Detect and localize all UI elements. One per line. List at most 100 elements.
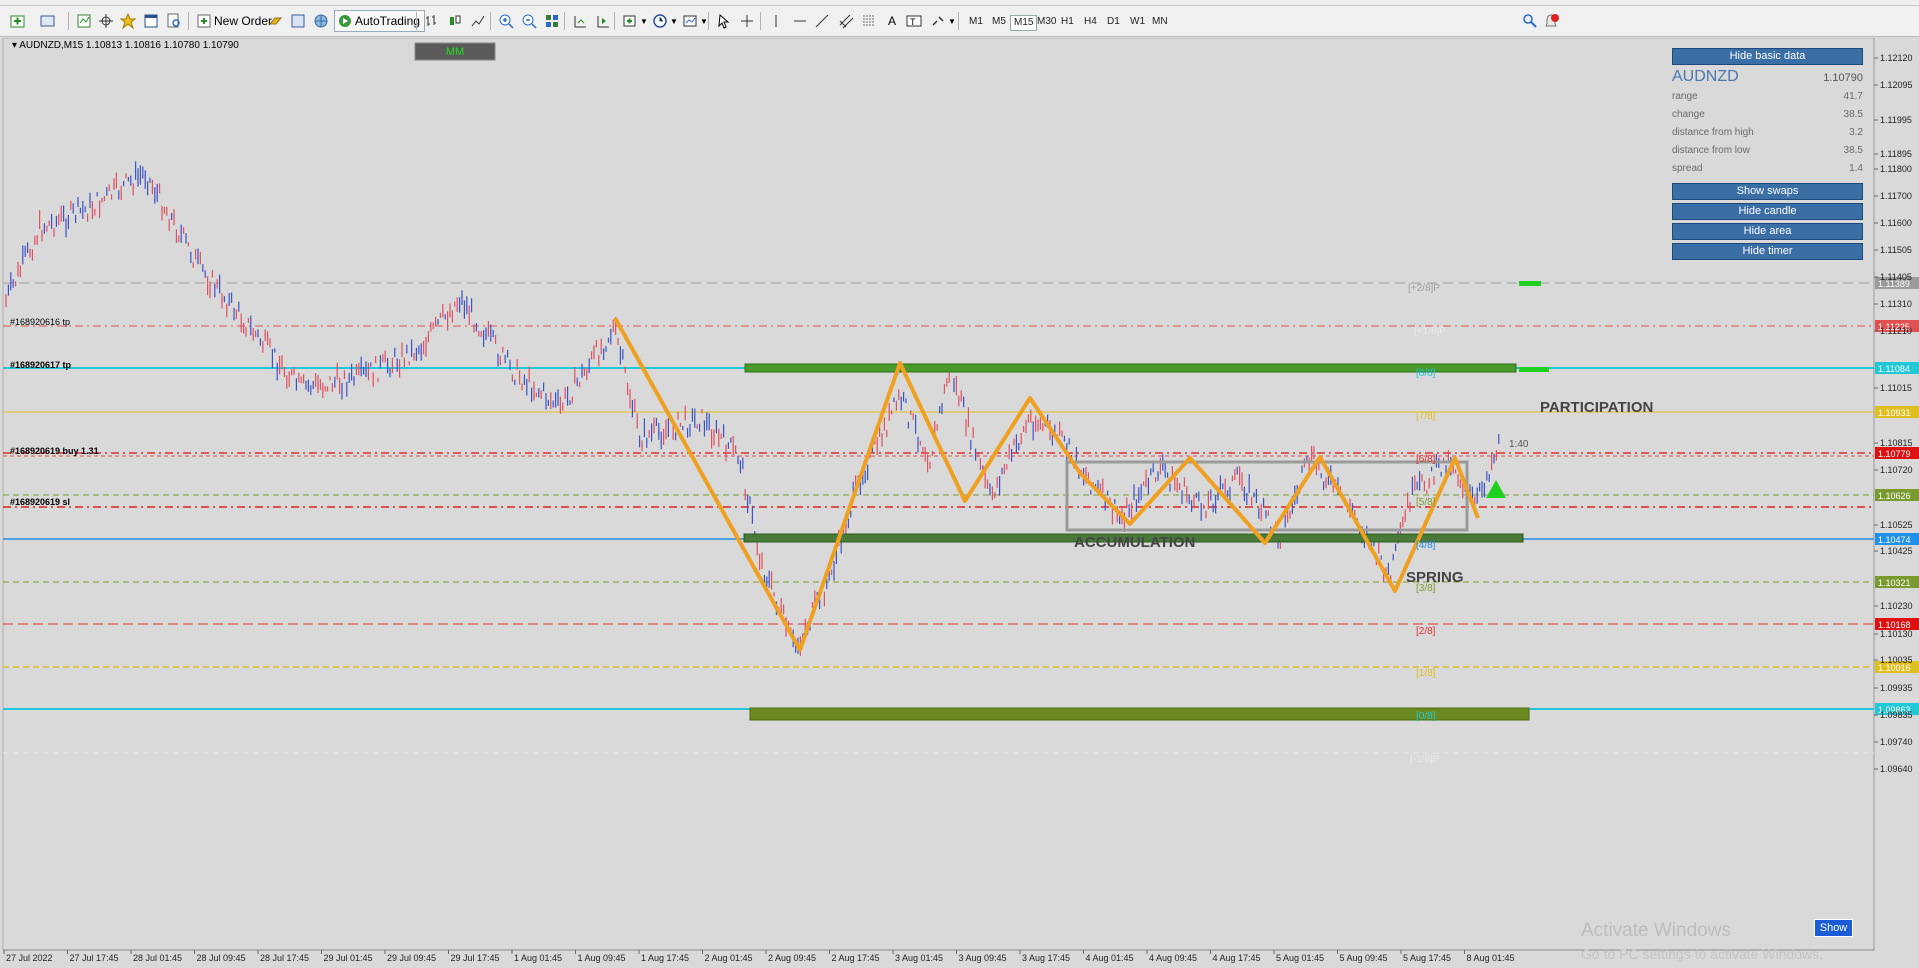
timeframe-m5[interactable]: M5 xyxy=(989,15,1009,31)
bar-chart-icon xyxy=(422,11,442,31)
timeframe-m1[interactable]: M1 xyxy=(966,15,986,31)
price-axis-label: 1.11310 xyxy=(1880,299,1912,309)
price-axis-label: 1.11505 xyxy=(1880,245,1912,255)
vertical-line-icon xyxy=(766,11,786,31)
text-tool-button[interactable]: A xyxy=(882,10,902,32)
timeframe-h4[interactable]: H4 xyxy=(1081,15,1100,31)
equidistant-channel-button[interactable] xyxy=(836,10,856,32)
hide-timer-button[interactable]: Hide timer xyxy=(1672,243,1863,260)
clock-icon xyxy=(650,11,670,31)
signals-button[interactable] xyxy=(288,10,308,32)
gold-bars-icon xyxy=(266,11,286,31)
price-tag-label: 1.10779 xyxy=(1878,449,1911,459)
trendline-button[interactable] xyxy=(812,10,832,32)
timeframe-m30[interactable]: M30 xyxy=(1034,15,1059,31)
toolbar: New Order AutoTrading ▼ ▼ ▼ A T ▼ M1 M5 … xyxy=(0,6,1919,37)
time-axis-label: 1 Aug 01:45 xyxy=(514,953,562,963)
fibonacci-icon xyxy=(859,11,879,31)
price-axis-label: 1.10720 xyxy=(1880,465,1913,475)
hide-basic-data-button[interactable]: Hide basic data xyxy=(1672,48,1863,65)
crosshair-tool-button[interactable] xyxy=(737,10,757,32)
price-axis-label: 1.11015 xyxy=(1880,383,1912,393)
timeframe-mn[interactable]: MN xyxy=(1149,15,1171,31)
fibonacci-button[interactable] xyxy=(859,10,879,32)
new-chart-button[interactable] xyxy=(8,10,28,32)
stat-label: spread xyxy=(1672,163,1703,174)
stat-row-range: range 41.7 xyxy=(1672,88,1863,106)
candlestick-button[interactable] xyxy=(445,10,465,32)
chart-collapse-icon: ▾ xyxy=(12,40,19,51)
time-axis-label: 29 Jul 17:45 xyxy=(451,953,500,963)
search-button[interactable] xyxy=(1520,10,1540,32)
new-chart-icon xyxy=(8,11,28,31)
stat-label: range xyxy=(1672,91,1698,102)
templates-button[interactable]: ▼ xyxy=(680,10,708,32)
price-tag-label: 1.10931 xyxy=(1878,408,1911,418)
tile-windows-button[interactable] xyxy=(542,10,562,32)
horizontal-line-button[interactable] xyxy=(790,10,810,32)
dropdown-arrow-icon: ▼ xyxy=(700,16,708,26)
indicators-icon xyxy=(620,11,640,31)
time-axis-label: 5 Aug 01:45 xyxy=(1276,953,1324,963)
hide-candle-button[interactable]: Hide candle xyxy=(1672,203,1863,220)
profiles-button[interactable] xyxy=(38,10,58,32)
zoom-out-button[interactable] xyxy=(519,10,539,32)
chart-window[interactable]: 1.11389 1.11225 1.11084 1.10931 1.10779 1.106… xyxy=(0,37,1919,963)
price-tag-label: 1.11084 xyxy=(1878,364,1910,374)
indicators-button[interactable]: ▼ xyxy=(620,10,648,32)
autotrading-button[interactable]: AutoTrading xyxy=(334,10,425,32)
market-watch-button[interactable] xyxy=(74,10,94,32)
history-button[interactable] xyxy=(266,10,286,32)
arrows-button[interactable]: ▼ xyxy=(928,10,956,32)
market-button[interactable] xyxy=(311,10,331,32)
show-swaps-button[interactable]: Show swaps xyxy=(1672,183,1863,200)
price-axis-label: 1.11405 xyxy=(1880,272,1912,282)
time-axis-label: 3 Aug 01:45 xyxy=(895,953,943,963)
dropdown-arrow-icon: ▼ xyxy=(640,16,648,26)
tile-windows-icon xyxy=(542,11,562,31)
timeframe-h1[interactable]: H1 xyxy=(1058,15,1077,31)
chart-shift-button[interactable] xyxy=(593,10,613,32)
timeframe-d1[interactable]: D1 xyxy=(1104,15,1123,31)
time-axis-label: 29 Jul 01:45 xyxy=(324,953,373,963)
notifications-button[interactable] xyxy=(1541,10,1561,32)
price-tag-label: 1.10626 xyxy=(1878,491,1911,501)
time-axis-label: 2 Aug 09:45 xyxy=(768,953,816,963)
price-axis-label: 1.12095 xyxy=(1880,80,1913,90)
time-axis-label: 28 Jul 17:45 xyxy=(260,953,309,963)
text-label-icon: T xyxy=(904,11,924,31)
zoom-out-icon xyxy=(519,11,539,31)
timeframe-w1[interactable]: W1 xyxy=(1127,15,1148,31)
bar-chart-button[interactable] xyxy=(422,10,442,32)
dropdown-arrow-icon: ▼ xyxy=(948,16,956,26)
price-axis-label: 1.09935 xyxy=(1880,683,1913,693)
price-axis-label: 1.11600 xyxy=(1880,218,1912,228)
price-tag-label: 1.10474 xyxy=(1878,535,1911,545)
text-label-button[interactable]: T xyxy=(904,10,924,32)
vertical-line-button[interactable] xyxy=(766,10,786,32)
hide-area-button[interactable]: Hide area xyxy=(1672,223,1863,240)
line-chart-button[interactable] xyxy=(468,10,488,32)
order-tp-label: #168920616 tp xyxy=(10,317,70,327)
new-order-label: New Order xyxy=(214,14,273,28)
time-axis-label: 4 Aug 17:45 xyxy=(1213,953,1261,963)
supply-zone xyxy=(744,363,1517,373)
level-marker xyxy=(1519,367,1549,372)
time-axis-label: 2 Aug 17:45 xyxy=(832,953,880,963)
price-chart[interactable]: 1.113891.112251.110841.109311.107791.106… xyxy=(0,37,1919,963)
new-order-button[interactable]: New Order xyxy=(194,10,272,32)
murrey-label: [6/8] xyxy=(1416,454,1436,465)
show-button[interactable]: Show xyxy=(1814,919,1853,937)
data-window-button[interactable] xyxy=(96,10,116,32)
periods-button[interactable]: ▼ xyxy=(650,10,678,32)
price-axis-label: 1.10815 xyxy=(1880,438,1913,448)
cursor-button[interactable] xyxy=(714,10,734,32)
price-axis-label: 1.09640 xyxy=(1880,764,1913,774)
zoom-in-button[interactable] xyxy=(496,10,516,32)
strategy-tester-button[interactable] xyxy=(164,10,184,32)
price-axis-label: 1.11995 xyxy=(1880,115,1912,125)
profiles-icon xyxy=(38,11,58,31)
auto-scroll-button[interactable] xyxy=(570,10,590,32)
terminal-button[interactable] xyxy=(141,10,161,32)
navigator-button[interactable] xyxy=(118,10,138,32)
